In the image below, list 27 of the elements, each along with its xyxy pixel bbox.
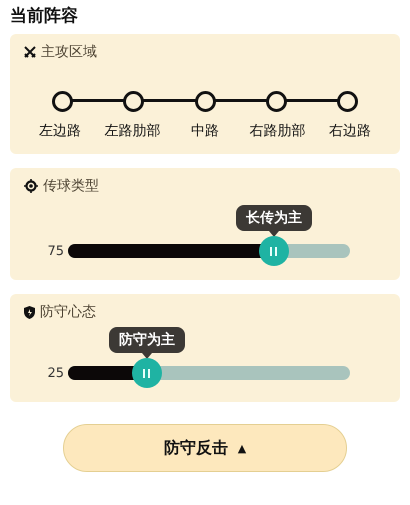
zone-label: 中路	[190, 122, 220, 140]
shield-icon	[24, 306, 35, 318]
zone-label: 左边路	[38, 122, 82, 140]
zone-label: 右边路	[328, 122, 372, 140]
zone-node[interactable]	[266, 90, 287, 112]
zone-label: 左路肋部	[104, 122, 162, 140]
target-icon	[24, 179, 38, 193]
zone-label: 右路肋部	[248, 122, 306, 140]
setting-label: 传球类型	[43, 177, 99, 195]
slider-thumb[interactable]	[132, 358, 162, 388]
zone-node[interactable]	[337, 90, 358, 112]
slider-track[interactable]	[68, 366, 350, 380]
zone-node[interactable]	[52, 90, 73, 112]
section-title: 当前阵容	[10, 5, 79, 28]
crossed-swords-icon	[24, 46, 36, 58]
slider-tooltip: 防守为主	[108, 327, 185, 353]
slider-value: 75	[46, 244, 64, 258]
formation-button[interactable]: 防守反击 ▲	[63, 424, 347, 472]
caret-icon: ▲	[238, 442, 246, 454]
slider-value: 25	[46, 366, 64, 380]
slider-track[interactable]	[68, 244, 350, 258]
setting-label: 防守心态	[40, 303, 96, 321]
zone-node[interactable]	[194, 90, 216, 112]
slider-thumb[interactable]	[258, 236, 289, 266]
slider-tooltip: 长传为主	[236, 205, 312, 231]
setting-label: 主攻区域	[41, 43, 97, 61]
zone-node[interactable]	[123, 90, 144, 112]
